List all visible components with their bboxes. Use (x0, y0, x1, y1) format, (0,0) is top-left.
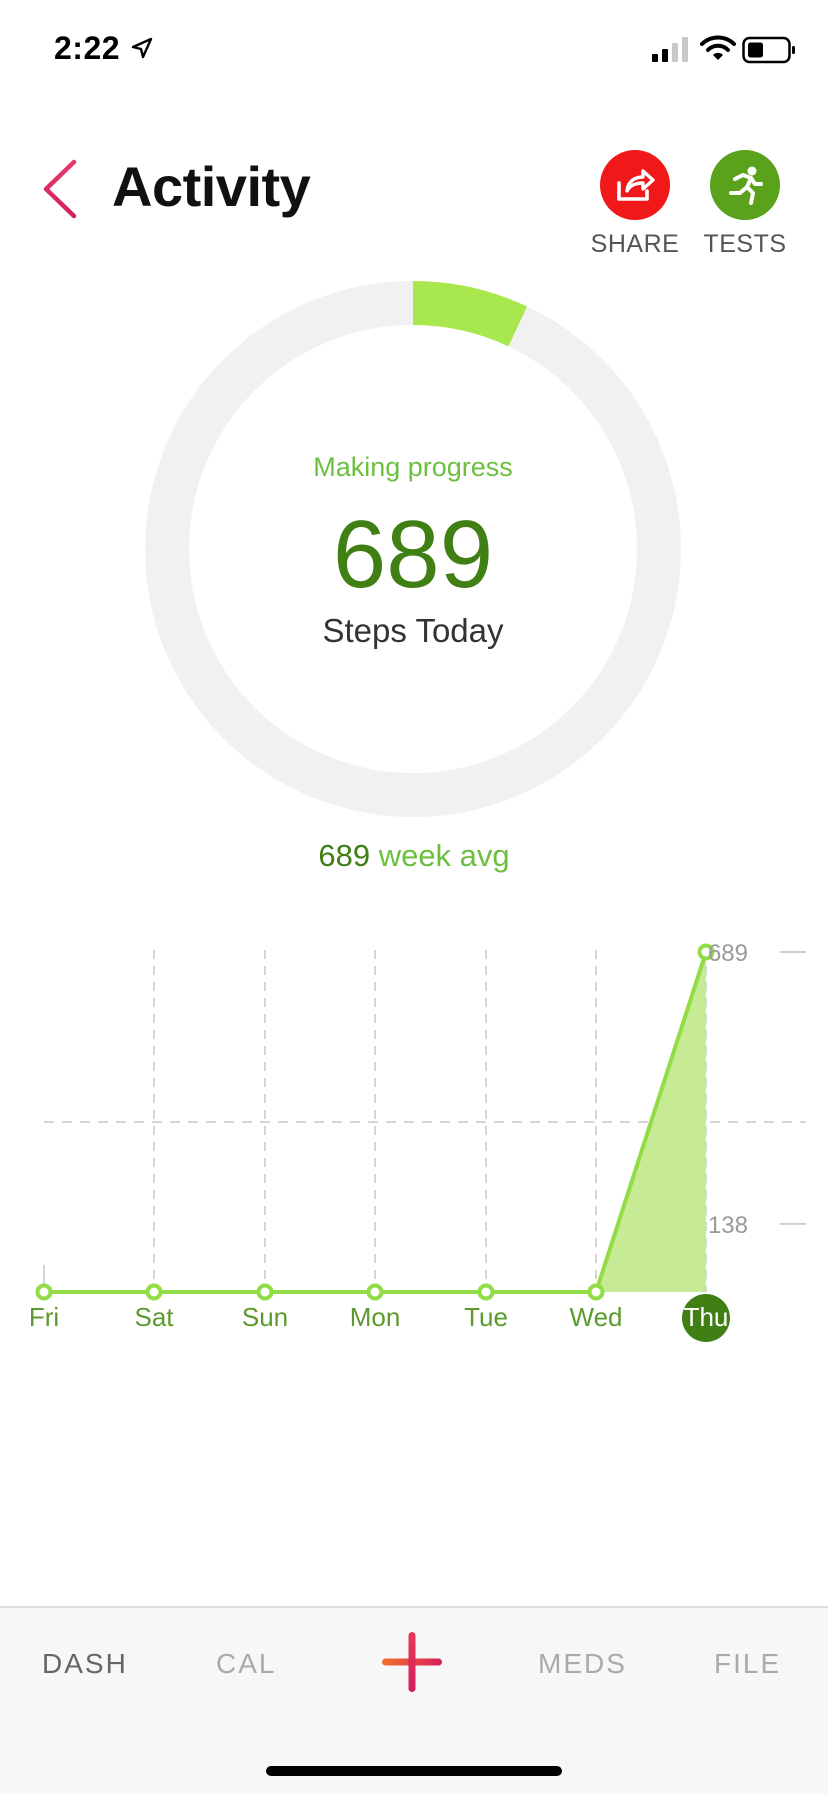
home-indicator (266, 1766, 562, 1776)
battery-icon (742, 36, 795, 64)
progress-status-text: Making progress (313, 452, 513, 482)
week-average-suffix: week avg (370, 838, 510, 873)
share-icon (617, 169, 655, 201)
cellular-signal-icon (652, 37, 688, 62)
x-tick-label: Sun (242, 1302, 288, 1332)
data-point (366, 1283, 384, 1301)
data-point (587, 1283, 605, 1301)
data-point (35, 1283, 53, 1301)
x-tick-label: Mon (350, 1302, 401, 1332)
ring-progress-fill (412, 281, 528, 347)
add-icon[interactable] (380, 1630, 444, 1694)
share-button[interactable]: SHARE (580, 150, 690, 259)
week-average: 689 week avg (0, 838, 828, 874)
tab-cal[interactable]: CAL (216, 1648, 276, 1680)
y-tick-label: 689 (708, 940, 748, 967)
x-tick-label: Thu (684, 1302, 729, 1332)
wifi-icon (700, 35, 736, 60)
back-chevron-icon[interactable] (38, 158, 82, 220)
page-title: Activity (112, 155, 311, 218)
x-tick-label: Sat (134, 1302, 174, 1332)
x-tick-label: Fri (29, 1302, 59, 1332)
share-label: SHARE (590, 230, 680, 258)
tab-meds[interactable]: MEDS (538, 1648, 627, 1680)
y-tick-label: 138 (708, 1212, 748, 1239)
tests-label: TESTS (703, 230, 787, 258)
location-arrow-icon (131, 37, 153, 59)
tests-circle[interactable] (710, 150, 780, 220)
tab-dash[interactable]: DASH (42, 1648, 128, 1680)
steps-today-value: 689 (332, 501, 494, 608)
tests-button[interactable]: TESTS (690, 150, 800, 259)
tab-file[interactable]: FILE (714, 1648, 781, 1680)
status-time: 2:22 (54, 30, 121, 66)
running-person-icon (729, 166, 763, 205)
data-point (256, 1283, 274, 1301)
data-point (145, 1283, 163, 1301)
x-tick-label: Wed (570, 1302, 623, 1332)
share-circle[interactable] (600, 150, 670, 220)
steps-today-caption: Steps Today (322, 612, 504, 649)
weekly-steps-chart: 689 138 Fri Sat Sun Mon Tue Wed Thu (29, 940, 806, 1342)
week-average-value: 689 (318, 838, 371, 873)
x-tick-label: Tue (464, 1302, 508, 1332)
data-point (477, 1283, 495, 1301)
